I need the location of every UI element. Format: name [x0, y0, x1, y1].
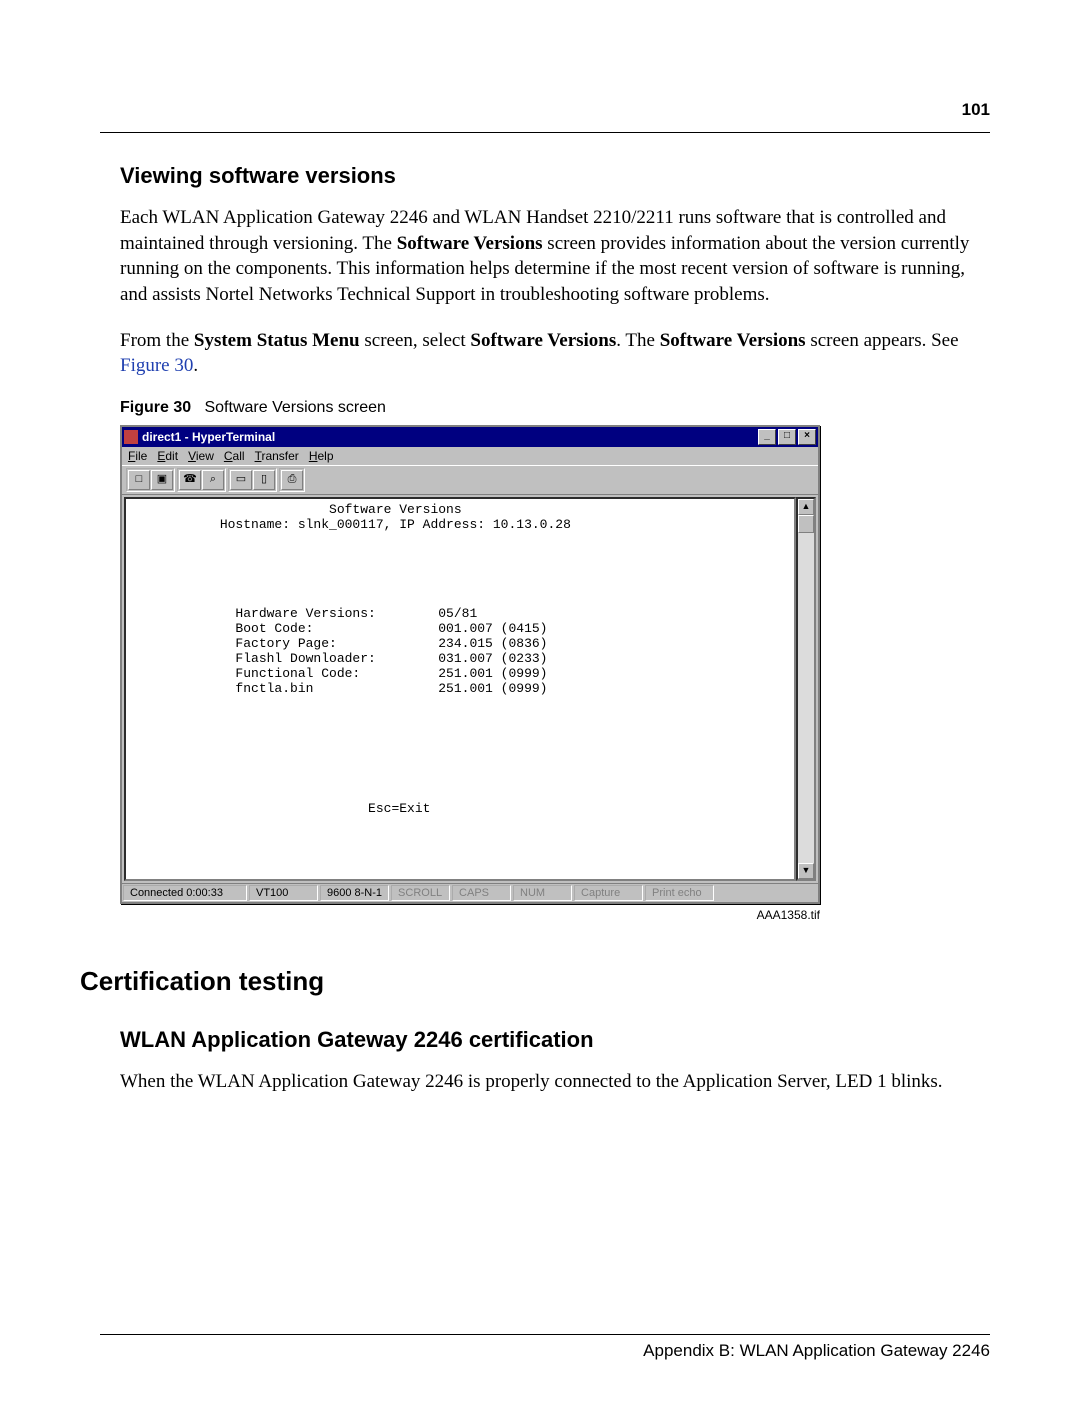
status-num: NUM — [513, 885, 572, 901]
text: From the — [120, 330, 194, 351]
window-controls: _ □ × — [758, 429, 816, 445]
close-button[interactable]: × — [798, 429, 816, 445]
heading-certification-testing: Certification testing — [80, 966, 990, 997]
heading-viewing-software-versions: Viewing software versions — [120, 163, 990, 189]
text: . — [193, 355, 198, 376]
bold-system-status-menu: System Status Menu — [194, 330, 360, 351]
status-printecho: Print echo — [645, 885, 714, 901]
toolbar-send-icon[interactable]: ▭ — [230, 470, 252, 490]
figure-caption: Figure 30 Software Versions screen — [120, 399, 990, 417]
terminal-text: Software Versions Hostname: slnk_000117,… — [126, 499, 794, 821]
window-titlebar: direct1 - HyperTerminal _ □ × — [122, 427, 818, 447]
toolbar-receive-icon[interactable]: ▯ — [253, 470, 275, 490]
toolbar-disconnect-icon[interactable]: ⌕ — [202, 470, 224, 490]
toolbar-properties-icon[interactable]: ⎙ — [281, 470, 303, 490]
status-caps: CAPS — [452, 885, 511, 901]
figure-label: Figure 30 — [120, 399, 191, 416]
figure-30-link[interactable]: Figure 30 — [120, 355, 193, 376]
paragraph-intro: Each WLAN Application Gateway 2246 and W… — [120, 205, 990, 308]
menu-view[interactable]: View — [188, 449, 214, 463]
status-settings: 9600 8-N-1 — [320, 885, 389, 901]
page-footer: Appendix B: WLAN Application Gateway 224… — [100, 1341, 990, 1361]
scroll-down-icon[interactable]: ▼ — [798, 863, 814, 879]
scroll-up-icon[interactable]: ▲ — [798, 499, 814, 515]
header-rule — [100, 132, 990, 133]
menu-file[interactable]: File — [128, 449, 147, 463]
bold-software-versions-3: Software Versions — [660, 330, 806, 351]
status-scroll: SCROLL — [391, 885, 450, 901]
menu-transfer[interactable]: Transfer — [255, 449, 299, 463]
scroll-thumb[interactable] — [798, 515, 814, 533]
menubar: File Edit View Call Transfer Help — [122, 447, 818, 465]
text: . The — [616, 330, 659, 351]
paragraph-certification: When the WLAN Application Gateway 2246 i… — [120, 1069, 990, 1095]
bold-software-versions-2: Software Versions — [470, 330, 616, 351]
scroll-track[interactable] — [798, 515, 814, 863]
toolbar-new-icon[interactable]: □ — [128, 470, 150, 490]
statusbar: Connected 0:00:33 VT100 9600 8-N-1 SCROL… — [122, 883, 818, 902]
window-title: direct1 - HyperTerminal — [142, 430, 758, 444]
menu-help[interactable]: Help — [309, 449, 334, 463]
page-number: 101 — [100, 100, 990, 120]
footer-rule — [100, 1334, 990, 1335]
toolbar-call-icon[interactable]: ☎ — [179, 470, 201, 490]
status-connected: Connected 0:00:33 — [123, 885, 247, 901]
menu-call[interactable]: Call — [224, 449, 245, 463]
paragraph-instruction: From the System Status Menu screen, sele… — [120, 328, 990, 379]
text: screen, select — [360, 330, 471, 351]
maximize-button[interactable]: □ — [778, 429, 796, 445]
vertical-scrollbar[interactable]: ▲ ▼ — [796, 497, 816, 881]
image-filename-label: AAA1358.tif — [120, 908, 820, 922]
bold-software-versions: Software Versions — [397, 233, 543, 254]
toolbar-open-icon[interactable]: ▣ — [151, 470, 173, 490]
terminal-output: Software Versions Hostname: slnk_000117,… — [124, 497, 796, 881]
menu-edit[interactable]: Edit — [157, 449, 178, 463]
status-emulation: VT100 — [249, 885, 318, 901]
toolbar: □ ▣ ☎ ⌕ ▭ ▯ ⎙ — [122, 465, 818, 495]
hyperterminal-window: direct1 - HyperTerminal _ □ × File Edit … — [120, 425, 820, 904]
status-capture: Capture — [574, 885, 643, 901]
minimize-button[interactable]: _ — [758, 429, 776, 445]
figure-title: Software Versions screen — [204, 399, 385, 416]
text: screen appears. See — [806, 330, 959, 351]
heading-wlan-gateway-certification: WLAN Application Gateway 2246 certificat… — [120, 1027, 990, 1053]
app-icon — [124, 430, 138, 444]
figure-image: direct1 - HyperTerminal _ □ × File Edit … — [120, 425, 820, 922]
